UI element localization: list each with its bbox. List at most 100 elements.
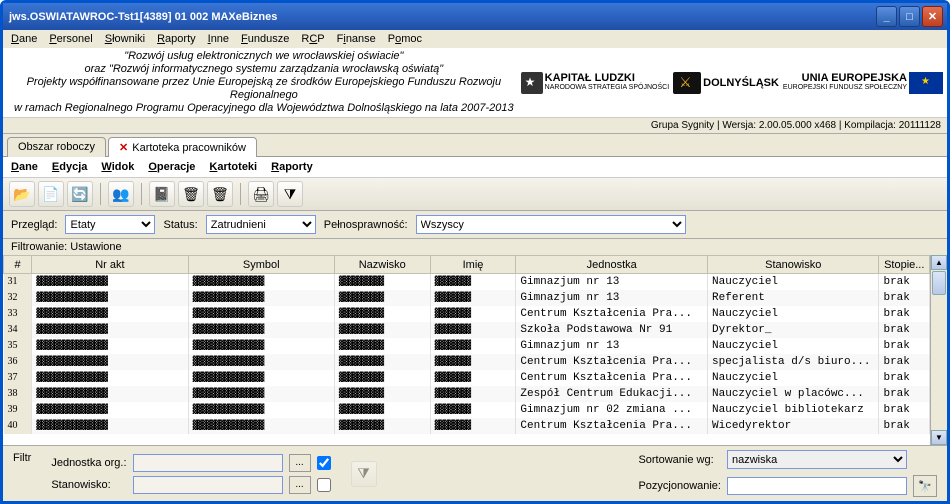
- submenu-operacje[interactable]: Operacje: [148, 161, 195, 173]
- col-stanowisko[interactable]: Stanowisko: [708, 256, 879, 274]
- cell-imie: ▓▓▓▓▓▓▓▓: [430, 274, 516, 290]
- sort-select[interactable]: nazwiska: [727, 450, 907, 469]
- jednostka-browse-button[interactable]: ...: [289, 454, 311, 472]
- cell-stanowisko: Referent: [708, 290, 879, 306]
- print-button[interactable]: 🖨: [248, 181, 274, 207]
- menu-rcp[interactable]: RCP: [301, 33, 324, 45]
- cell-stopien: brak: [879, 274, 930, 290]
- scroll-down-icon[interactable]: ▼: [931, 430, 947, 445]
- table-row[interactable]: 39▓▓▓▓▓▓▓▓▓▓▓▓▓▓▓▓▓▓▓▓▓▓▓▓▓▓▓▓▓▓▓▓▓▓▓▓▓▓…: [4, 402, 930, 418]
- cell-symbol: ▓▓▓▓▓▓▓▓▓▓▓▓▓▓▓▓: [188, 290, 334, 306]
- menu-fundusze[interactable]: Fundusze: [241, 33, 289, 45]
- vertical-scrollbar[interactable]: ▲ ▼: [930, 255, 947, 445]
- table-row[interactable]: 36▓▓▓▓▓▓▓▓▓▓▓▓▓▓▓▓▓▓▓▓▓▓▓▓▓▓▓▓▓▓▓▓▓▓▓▓▓▓…: [4, 354, 930, 370]
- table-row[interactable]: 33▓▓▓▓▓▓▓▓▓▓▓▓▓▓▓▓▓▓▓▓▓▓▓▓▓▓▓▓▓▓▓▓▓▓▓▓▓▓…: [4, 306, 930, 322]
- submenu-widok[interactable]: Widok: [101, 161, 134, 173]
- cell-jednostka: Centrum Kształcenia Pra...: [516, 354, 708, 370]
- col-jednostka[interactable]: Jednostka: [516, 256, 708, 274]
- menu-personel[interactable]: Personel: [49, 33, 92, 45]
- search-binoculars-button[interactable]: 🔭: [913, 475, 937, 497]
- filter-funnel-button[interactable]: ⧩: [277, 181, 303, 207]
- cell-nazwisko: ▓▓▓▓▓▓▓▓▓▓: [334, 306, 430, 322]
- minimize-button[interactable]: _: [876, 6, 897, 27]
- cell-stopien: brak: [879, 418, 930, 434]
- header-row: # Nr akt Symbol Nazwisko Imię Jednostka …: [4, 256, 930, 274]
- open-folder-button[interactable]: 📂: [9, 181, 35, 207]
- cell-nazwisko: ▓▓▓▓▓▓▓▓▓▓: [334, 290, 430, 306]
- menu-finanse[interactable]: Finanse: [337, 33, 376, 45]
- menu-pomoc[interactable]: Pomoc: [388, 33, 422, 45]
- cell-jednostka: Centrum Kształcenia Pra...: [516, 418, 708, 434]
- col-nazwisko[interactable]: Nazwisko: [334, 256, 430, 274]
- cell-symbol: ▓▓▓▓▓▓▓▓▓▓▓▓▓▓▓▓: [188, 338, 334, 354]
- submenu-raporty[interactable]: Raporty: [271, 161, 313, 173]
- cell-nrakt: ▓▓▓▓▓▓▓▓▓▓▓▓▓▓▓▓: [32, 306, 188, 322]
- sort-label: Sortowanie wg:: [638, 454, 721, 466]
- cell-idx: 36: [4, 354, 32, 370]
- cell-stopien: brak: [879, 290, 930, 306]
- tab-kartoteka-pracownikow[interactable]: ✕Kartoteka pracowników: [108, 137, 257, 157]
- cell-symbol: ▓▓▓▓▓▓▓▓▓▓▓▓▓▓▓▓: [188, 386, 334, 402]
- jednostka-input[interactable]: [133, 454, 283, 472]
- submenu-edycja[interactable]: Edycja: [52, 161, 87, 173]
- cell-stanowisko: Nauczyciel: [708, 306, 879, 322]
- col-symbol[interactable]: Symbol: [188, 256, 334, 274]
- cell-jednostka: Gimnazjum nr 02 zmiana ...: [516, 402, 708, 418]
- export-button[interactable]: 📄: [38, 181, 64, 207]
- bin1-button[interactable]: 🗑: [178, 181, 204, 207]
- filter-status: Filtrowanie: Ustawione: [3, 239, 947, 255]
- cell-imie: ▓▓▓▓▓▓▓▓: [430, 306, 516, 322]
- cell-nrakt: ▓▓▓▓▓▓▓▓▓▓▓▓▓▓▓▓: [32, 338, 188, 354]
- close-button[interactable]: ✕: [922, 6, 943, 27]
- col-idx[interactable]: #: [4, 256, 32, 274]
- banner-line2: oraz "Rozwój informatycznego systemu zar…: [7, 63, 521, 76]
- tab-menubar: Dane Edycja Widok Operacje Kartoteki Rap…: [3, 157, 947, 178]
- window-buttons: _ □ ✕: [876, 6, 943, 27]
- maximize-button[interactable]: □: [899, 6, 920, 27]
- cell-jednostka: Gimnazjum nr 13: [516, 290, 708, 306]
- tab-close-icon[interactable]: ✕: [119, 142, 128, 154]
- col-imie[interactable]: Imię: [430, 256, 516, 274]
- cell-stanowisko: Nauczyciel: [708, 274, 879, 290]
- menu-raporty[interactable]: Raporty: [157, 33, 196, 45]
- table-row[interactable]: 37▓▓▓▓▓▓▓▓▓▓▓▓▓▓▓▓▓▓▓▓▓▓▓▓▓▓▓▓▓▓▓▓▓▓▓▓▓▓…: [4, 370, 930, 386]
- jednostka-checkbox[interactable]: [317, 456, 331, 470]
- menu-inne[interactable]: Inne: [208, 33, 229, 45]
- employee-table[interactable]: # Nr akt Symbol Nazwisko Imię Jednostka …: [3, 255, 930, 434]
- col-nrakt[interactable]: Nr akt: [32, 256, 188, 274]
- cell-imie: ▓▓▓▓▓▓▓▓: [430, 370, 516, 386]
- logo-dolny-slask: DOLNYŚLĄSK: [673, 70, 779, 96]
- table-row[interactable]: 34▓▓▓▓▓▓▓▓▓▓▓▓▓▓▓▓▓▓▓▓▓▓▓▓▓▓▓▓▓▓▓▓▓▓▓▓▓▓…: [4, 322, 930, 338]
- apply-filter-button[interactable]: ⧩: [351, 461, 377, 487]
- table-row[interactable]: 35▓▓▓▓▓▓▓▓▓▓▓▓▓▓▓▓▓▓▓▓▓▓▓▓▓▓▓▓▓▓▓▓▓▓▓▓▓▓…: [4, 338, 930, 354]
- refresh-button[interactable]: 🔄: [67, 181, 93, 207]
- submenu-kartoteki[interactable]: Kartoteki: [209, 161, 257, 173]
- stanowisko-checkbox[interactable]: [317, 478, 331, 492]
- menu-dane[interactable]: Dane: [11, 33, 37, 45]
- submenu-dane[interactable]: Dane: [11, 161, 38, 173]
- scroll-up-icon[interactable]: ▲: [931, 255, 947, 270]
- przeglad-select[interactable]: Etaty: [65, 215, 155, 234]
- table-row[interactable]: 38▓▓▓▓▓▓▓▓▓▓▓▓▓▓▓▓▓▓▓▓▓▓▓▓▓▓▓▓▓▓▓▓▓▓▓▓▓▓…: [4, 386, 930, 402]
- tab-obszar-roboczy[interactable]: Obszar roboczy: [7, 137, 106, 157]
- scroll-thumb[interactable]: [932, 271, 946, 295]
- stanowisko-input[interactable]: [133, 476, 283, 494]
- col-stopien[interactable]: Stopie...: [879, 256, 930, 274]
- cell-imie: ▓▓▓▓▓▓▓▓: [430, 418, 516, 434]
- filter-bar: Przegląd: Etaty Status: Zatrudnieni Pełn…: [3, 211, 947, 239]
- table-row[interactable]: 31▓▓▓▓▓▓▓▓▓▓▓▓▓▓▓▓▓▓▓▓▓▓▓▓▓▓▓▓▓▓▓▓▓▓▓▓▓▓…: [4, 274, 930, 290]
- menu-slowniki[interactable]: Słowniki: [105, 33, 145, 45]
- bin2-button[interactable]: 🗑: [207, 181, 233, 207]
- cell-nrakt: ▓▓▓▓▓▓▓▓▓▓▓▓▓▓▓▓: [32, 274, 188, 290]
- stanowisko-browse-button[interactable]: ...: [289, 476, 311, 494]
- cell-nazwisko: ▓▓▓▓▓▓▓▓▓▓: [334, 386, 430, 402]
- people-button[interactable]: 👥: [108, 181, 134, 207]
- pelno-select[interactable]: Wszyscy: [416, 215, 686, 234]
- cell-imie: ▓▓▓▓▓▓▓▓: [430, 322, 516, 338]
- status-select[interactable]: Zatrudnieni: [206, 215, 316, 234]
- table-row[interactable]: 32▓▓▓▓▓▓▓▓▓▓▓▓▓▓▓▓▓▓▓▓▓▓▓▓▓▓▓▓▓▓▓▓▓▓▓▓▓▓…: [4, 290, 930, 306]
- pozyc-input[interactable]: [727, 477, 907, 495]
- notebook-button[interactable]: 📓: [149, 181, 175, 207]
- table-row[interactable]: 40▓▓▓▓▓▓▓▓▓▓▓▓▓▓▓▓▓▓▓▓▓▓▓▓▓▓▓▓▓▓▓▓▓▓▓▓▓▓…: [4, 418, 930, 434]
- cell-symbol: ▓▓▓▓▓▓▓▓▓▓▓▓▓▓▓▓: [188, 370, 334, 386]
